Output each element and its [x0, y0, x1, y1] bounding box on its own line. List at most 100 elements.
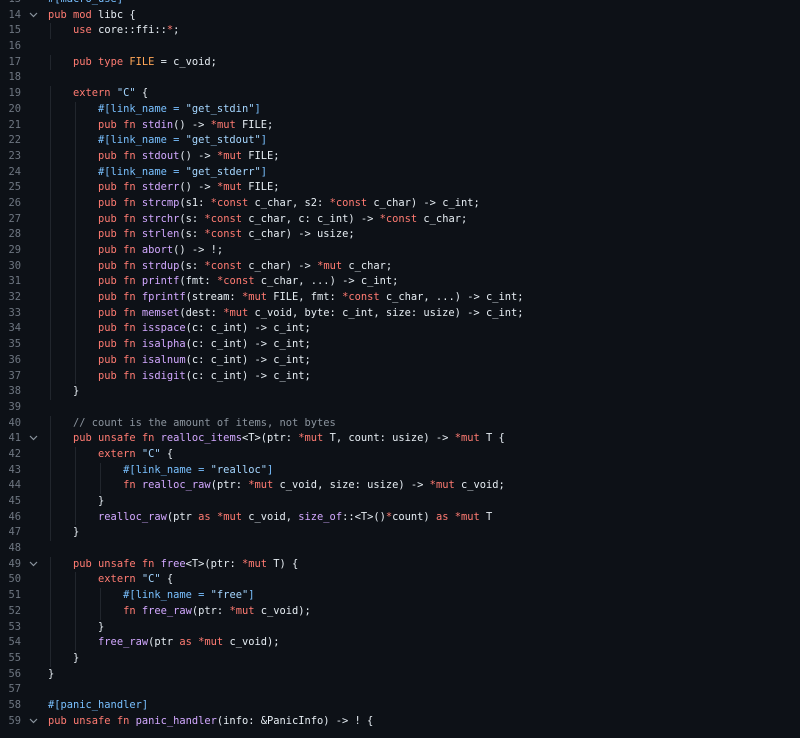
- code-token: free_raw: [98, 636, 149, 649]
- code-line[interactable]: 23 pub fn stdout() -> *mut FILE;: [0, 148, 800, 165]
- code-line[interactable]: 14 pub mod libc {: [0, 8, 800, 24]
- code-editor[interactable]: 13#[macro_use]14pub mod libc {15 use cor…: [0, 0, 800, 738]
- code-token: c_char, ...) -> c_int;: [385, 291, 524, 304]
- code-line[interactable]: 58 #[panic_handler]: [0, 698, 800, 714]
- code-line[interactable]: 38 }: [0, 384, 800, 400]
- code-line[interactable]: 47 }: [0, 525, 800, 542]
- code-line[interactable]: 41 pub unsafe fn realloc_items<T>(ptr: *…: [0, 431, 800, 447]
- code-line[interactable]: 24 #[link_name = "get_stderr"]: [0, 164, 800, 181]
- code-line[interactable]: 13 #[macro_use]: [0, 0, 800, 8]
- code-line[interactable]: 46 realloc_raw(ptr as *mut c_void, size_…: [0, 509, 800, 526]
- code-token: ;: [173, 24, 180, 37]
- code-line[interactable]: 42 extern "C" {: [0, 446, 800, 463]
- code-line[interactable]: 21 pub fn stdin() -> *mut FILE;: [0, 117, 800, 134]
- code-line[interactable]: 57: [0, 682, 800, 698]
- code-line[interactable]: 35 pub fn isalpha(c: c_int) -> c_int;: [0, 337, 800, 353]
- code-token: #[macro_use]: [48, 0, 123, 5]
- code-token: const: [210, 228, 249, 241]
- line-number: 52: [8, 604, 21, 617]
- code-token: (c: c_int) -> c_int;: [185, 338, 311, 351]
- code-token: pub fn: [98, 228, 142, 241]
- code-line[interactable]: 32 pub fn fprintf(stream: *mut FILE, fmt…: [0, 290, 800, 306]
- code-token: {: [160, 573, 174, 586]
- code-line[interactable]: 18: [0, 70, 800, 86]
- code-line[interactable]: 56}: [0, 667, 800, 683]
- code-token: fn: [123, 604, 142, 617]
- line-number: 14: [8, 8, 21, 21]
- code-line[interactable]: 22 #[link_name = "get_stdout"]: [0, 133, 800, 149]
- code-line[interactable]: 54 free_raw(ptr as *mut c_void);: [0, 635, 800, 651]
- code-line[interactable]: 55 }: [0, 650, 800, 667]
- code-line[interactable]: 16: [0, 39, 800, 55]
- code-token: () -> !;: [173, 244, 224, 256]
- code-token: isalpha: [141, 338, 186, 351]
- code-line[interactable]: 45 }: [0, 494, 800, 510]
- chevron-down-icon[interactable]: [27, 557, 39, 573]
- code-text: pub unsafe fn panic_handler(info: &Panic…: [48, 714, 373, 730]
- line-number: 26: [8, 196, 21, 209]
- code-token: extern: [73, 87, 117, 100]
- code-token: count): [392, 510, 436, 523]
- code-token: pub fn: [98, 118, 142, 131]
- code-lines: 13#[macro_use]14pub mod libc {15 use cor…: [0, 0, 800, 729]
- code-token: <T>(ptr:: [185, 557, 242, 570]
- code-line[interactable]: 44 fn realloc_raw(ptr: *mut c_void, size…: [0, 478, 800, 494]
- code-token: realloc_raw: [98, 510, 167, 523]
- line-number: 41: [8, 432, 21, 445]
- code-line[interactable]: 49 pub unsafe fn free<T>(ptr: *mut T) {: [0, 556, 800, 573]
- code-token: #[link_name =: [98, 165, 186, 178]
- code-token: "C": [116, 87, 136, 100]
- code-line[interactable]: 20 #[link_name = "get_stdin"]: [0, 101, 800, 118]
- code-token: fprintf: [141, 291, 186, 304]
- code-line[interactable]: 30 pub fn strdup(s: *const c_char) -> *m…: [0, 258, 800, 275]
- code-line[interactable]: 34 pub fn isspace(c: c_int) -> c_int;: [0, 321, 800, 338]
- code-line[interactable]: 31 pub fn printf(fmt: *const c_char, ...…: [0, 274, 800, 291]
- code-line[interactable]: 43 #[link_name = "realloc"]: [0, 462, 800, 479]
- chevron-down-icon[interactable]: [27, 431, 39, 447]
- code-token: FILE;: [248, 149, 280, 162]
- code-token: FILE;: [248, 181, 280, 194]
- code-line[interactable]: 28 pub fn strlen(s: *const c_char) -> us…: [0, 227, 800, 243]
- code-text: realloc_raw(ptr as *mut c_void, size_of:…: [48, 510, 492, 526]
- code-token: "free": [210, 589, 249, 602]
- code-line[interactable]: 19 extern "C" {: [0, 86, 800, 102]
- code-token: mut: [254, 479, 280, 492]
- code-token: strdup: [141, 259, 180, 272]
- code-token: strchr: [141, 212, 180, 225]
- code-line[interactable]: 36 pub fn isalnum(c: c_int) -> c_int;: [0, 352, 800, 369]
- code-line[interactable]: 15 use core::ffi::*;: [0, 23, 800, 40]
- code-line[interactable]: 26 pub fn strcmp(s1: *const c_char, s2: …: [0, 195, 800, 212]
- chevron-down-icon[interactable]: [27, 714, 39, 730]
- code-line[interactable]: 50 extern "C" {: [0, 572, 800, 589]
- code-line[interactable]: 52 fn free_raw(ptr: *mut c_void);: [0, 603, 800, 620]
- code-line[interactable]: 29 pub fn abort() -> !;: [0, 243, 800, 259]
- code-token: pub fn: [98, 259, 142, 272]
- code-text: pub fn isalpha(c: c_int) -> c_int;: [48, 337, 311, 353]
- code-token: (stream:: [185, 291, 242, 304]
- chevron-down-icon[interactable]: [27, 8, 39, 24]
- code-token: "C": [141, 447, 161, 460]
- code-line[interactable]: 39: [0, 400, 800, 416]
- code-token: isalnum: [141, 353, 186, 366]
- code-line[interactable]: 51 #[link_name = "free"]: [0, 588, 800, 604]
- code-line[interactable]: 53 }: [0, 619, 800, 636]
- code-line[interactable]: 33 pub fn memset(dest: *mut c_void, byte…: [0, 305, 800, 322]
- code-token: as: [179, 636, 199, 649]
- code-line[interactable]: 25 pub fn stderr() -> *mut FILE;: [0, 180, 800, 196]
- code-line[interactable]: 17 pub type FILE = c_void;: [0, 54, 800, 71]
- code-token: c_char;: [348, 259, 393, 272]
- code-line[interactable]: 37 pub fn isdigit(c: c_int) -> c_int;: [0, 368, 800, 385]
- line-number: 20: [8, 102, 21, 115]
- code-text: #[link_name = "get_stdin"]: [48, 102, 261, 118]
- code-token: pub fn: [98, 338, 142, 351]
- code-line[interactable]: 59 pub unsafe fn panic_handler(info: &Pan…: [0, 714, 800, 730]
- code-line[interactable]: 48: [0, 541, 800, 557]
- code-line[interactable]: 27 pub fn strchr(s: *const c_char, c: c_…: [0, 211, 800, 228]
- code-line[interactable]: 40 // count is the amount of items, not …: [0, 415, 800, 432]
- code-token: {: [160, 447, 174, 460]
- line-number: 36: [8, 353, 21, 366]
- line-number: 39: [8, 400, 21, 413]
